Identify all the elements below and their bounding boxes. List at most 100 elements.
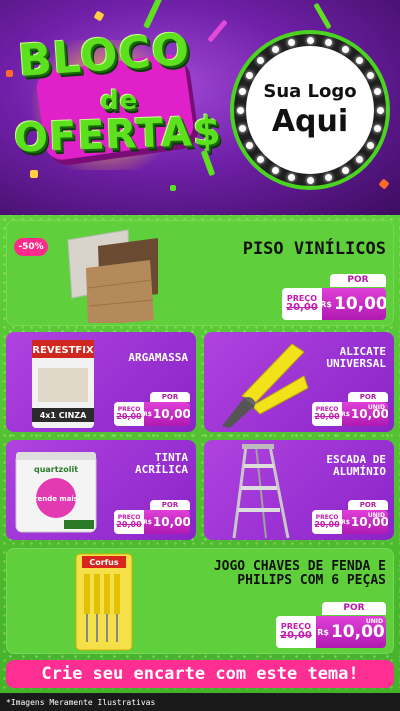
- product-card-escada[interactable]: ESCADA DE ALUMÍNIO POR PREÇO 20,00 UNID …: [204, 440, 394, 540]
- old-price-value: 20,00: [314, 412, 340, 421]
- light-bulb: [355, 57, 363, 64]
- confetti: [30, 170, 38, 178]
- product-name: ARGAMASSA: [128, 351, 188, 364]
- price-box: PREÇO 20,00 UNID R$ 10,00: [312, 510, 388, 534]
- product-name: ALICATE UNIVERSAL: [326, 345, 386, 371]
- tinta-brand: quartzolit: [34, 465, 78, 474]
- logo-text-line-1: Sua Logo: [263, 81, 357, 102]
- light-bulb: [355, 155, 363, 163]
- ladder-image: [232, 444, 290, 539]
- por-label: POR: [150, 392, 190, 402]
- chaves-brand: Corfus: [89, 558, 118, 567]
- price-tag: POR PREÇO 20,00 UNID R$ 10,00: [312, 500, 388, 534]
- product-card-piso[interactable]: -50% PISO VINÍLICOS POR PREÇO 20,00 R$ 1…: [6, 220, 394, 326]
- currency: R$: [143, 518, 152, 526]
- old-price: PREÇO 20,00: [282, 288, 322, 320]
- new-price: R$ 10,00: [143, 402, 190, 426]
- light-bulb: [306, 176, 314, 184]
- light-bulb: [271, 167, 279, 175]
- unit-label: UNID: [367, 512, 385, 519]
- light-bulb: [306, 36, 314, 44]
- price-box: PREÇO 20,00 UNID R$ 10,00: [276, 616, 386, 648]
- price-tag: POR PREÇO 20,00 R$ 10,00: [282, 274, 386, 320]
- new-price-value: 10,00: [330, 622, 385, 642]
- por-label: POR: [322, 602, 386, 615]
- new-price-value: 10,00: [152, 515, 190, 529]
- por-label: POR: [150, 500, 190, 510]
- confetti: [6, 70, 13, 77]
- old-price: PREÇO 20,00: [312, 402, 342, 426]
- old-price-value: 20,00: [116, 412, 142, 421]
- old-price: PREÇO 20,00: [312, 510, 342, 534]
- light-bulb: [341, 45, 349, 53]
- currency: R$: [341, 518, 350, 526]
- old-price-value: 20,00: [116, 520, 142, 529]
- old-price: PREÇO 20,00: [114, 510, 144, 534]
- logo-circle: Sua Logo Aqui: [246, 46, 374, 174]
- old-price: PREÇO 20,00: [276, 616, 316, 648]
- confetti: [313, 2, 332, 30]
- price-box: PREÇO 20,00 R$ 10,00: [282, 288, 386, 320]
- product-name: JOGO CHAVES DE FENDA E PHILIPS COM 6 PEÇ…: [213, 559, 386, 589]
- product-card-argamassa[interactable]: REVESTFIX 4x1 CINZA ARGAMASSA POR PREÇO …: [6, 332, 196, 432]
- light-bulb: [376, 106, 384, 114]
- product-card-chaves[interactable]: Corfus JOGO CHAVES DE FENDA E PHILIPS CO…: [6, 548, 394, 654]
- light-bulb: [367, 71, 375, 79]
- header-banner: BLOCO de OFERTA$ Sua Logo Aqui: [0, 0, 400, 215]
- argamassa-variant: 4x1 CINZA: [40, 411, 87, 420]
- new-price: UNID R$ 10,00: [316, 616, 386, 648]
- product-name: PISO VINÍLICOS: [242, 239, 386, 259]
- price-box: PREÇO 20,00 UNID R$ 10,00: [312, 402, 388, 426]
- tinta-badge: rende mais: [34, 495, 78, 503]
- confetti: [93, 10, 105, 22]
- product-card-alicate[interactable]: ALICATE UNIVERSAL POR PREÇO 20,00 UNID R…: [204, 332, 394, 432]
- price-tag: POR PREÇO 20,00 R$ 10,00: [114, 392, 190, 426]
- light-bulb: [288, 174, 296, 182]
- light-bulb: [245, 141, 253, 149]
- light-bulb: [288, 38, 296, 46]
- light-bulb: [238, 88, 246, 96]
- light-bulb: [324, 174, 332, 182]
- confetti: [143, 0, 163, 29]
- currency: R$: [341, 410, 350, 418]
- currency: R$: [317, 627, 329, 637]
- product-name: TINTA ACRÍLICA: [135, 451, 188, 477]
- confetti: [170, 185, 176, 191]
- light-bulb: [324, 38, 332, 46]
- argamassa-brand: REVESTFIX: [32, 345, 94, 356]
- por-label: POR: [348, 500, 388, 510]
- price-tag: POR PREÇO 20,00 R$ 10,00: [114, 500, 190, 534]
- old-price: PREÇO 20,00: [114, 402, 144, 426]
- light-bulb: [245, 71, 253, 79]
- light-bulb: [367, 141, 375, 149]
- vinyl-floor-image: [67, 229, 158, 323]
- new-price: UNID R$ 10,00: [341, 510, 388, 534]
- price-box: PREÇO 20,00 R$ 10,00: [114, 510, 190, 534]
- product-card-tinta[interactable]: quartzolit rende mais TINTA ACRÍLICA POR…: [6, 440, 196, 540]
- confetti: [378, 178, 390, 190]
- disclaimer-footer: *Imagens Meramente Ilustrativas: [0, 693, 400, 711]
- cta-banner[interactable]: Crie seu encarte com este tema!: [6, 660, 394, 688]
- price-box: PREÇO 20,00 R$ 10,00: [114, 402, 190, 426]
- paint-bucket-image: quartzolit rende mais: [15, 452, 97, 533]
- confetti: [207, 19, 228, 43]
- unit-label: UNID: [365, 618, 383, 625]
- logo-text-line-2: Aqui: [271, 104, 349, 139]
- light-bulb: [374, 88, 382, 96]
- new-price: R$ 10,00: [320, 288, 386, 320]
- por-label: POR: [330, 274, 386, 287]
- screwdriver-set-image: Corfus: [75, 553, 133, 651]
- new-price: UNID R$ 10,00: [341, 402, 388, 426]
- por-label: POR: [348, 392, 388, 402]
- logo-placeholder[interactable]: Sua Logo Aqui: [234, 34, 386, 186]
- light-bulb: [257, 155, 264, 163]
- product-name: ESCADA DE ALUMÍNIO: [326, 453, 386, 479]
- currency: R$: [320, 299, 332, 309]
- flyer: BLOCO de OFERTA$ Sua Logo Aqui -50% PISO…: [0, 0, 400, 711]
- mortar-bag-image: REVESTFIX 4x1 CINZA: [32, 340, 94, 428]
- title-line-3: OFERTA$: [13, 108, 223, 162]
- light-bulb: [271, 45, 279, 53]
- unit-label: UNID: [367, 404, 385, 411]
- price-tag: POR PREÇO 20,00 UNID R$ 10,00: [312, 392, 388, 426]
- new-price: R$ 10,00: [143, 510, 190, 534]
